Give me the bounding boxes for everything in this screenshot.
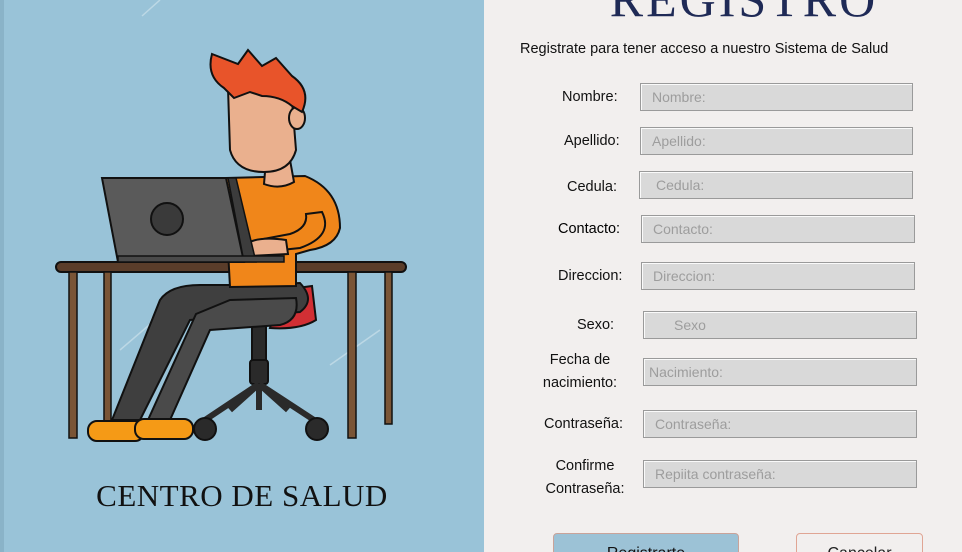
clinic-name: CENTRO DE SALUD <box>96 478 388 513</box>
apellido-field[interactable] <box>640 127 913 155</box>
person-at-desk-illustration <box>55 0 407 442</box>
sexo-label: Sexo: <box>577 317 615 333</box>
contrasena-label: Contraseña: <box>544 416 623 432</box>
confirme-contrasena-field[interactable] <box>643 460 917 488</box>
register-button[interactable]: Registrarte <box>553 533 739 552</box>
form-title: REGISTRO <box>534 0 954 28</box>
nombre-field[interactable] <box>640 83 913 111</box>
person-legs <box>87 281 309 442</box>
confirme-contrasena-label-line2: Contraseña: <box>545 481 625 497</box>
fecha-nacimiento-label-line2: nacimiento: <box>542 375 618 391</box>
apellido-label: Apellido: <box>564 133 620 149</box>
registration-form: REGISTRO Registrate para tener acceso a … <box>484 0 962 552</box>
direccion-label: Direccion: <box>558 268 623 284</box>
cedula-field[interactable] <box>639 171 913 199</box>
apellido-input[interactable] <box>641 128 912 154</box>
direccion-field[interactable] <box>641 262 915 290</box>
contacto-input[interactable] <box>642 216 914 242</box>
nombre-label: Nombre: <box>562 89 618 105</box>
nacimiento-field[interactable] <box>643 358 917 386</box>
fecha-nacimiento-label-line1: Fecha de <box>549 352 611 368</box>
nombre-input[interactable] <box>641 84 912 110</box>
contrasena-field[interactable] <box>643 410 917 438</box>
sexo-field[interactable] <box>643 311 917 339</box>
contacto-field[interactable] <box>641 215 915 243</box>
form-subtitle: Registrate para tener acceso a nuestro S… <box>520 41 889 57</box>
cancel-button[interactable]: Cancelar <box>796 533 923 552</box>
contacto-label: Contacto: <box>558 221 621 237</box>
person-head <box>209 48 307 174</box>
nacimiento-input[interactable] <box>644 359 916 385</box>
cedula-label: Cedula: <box>567 179 617 195</box>
sexo-input[interactable] <box>644 312 916 338</box>
confirme-contrasena-label-line1: Confirme <box>555 458 615 474</box>
cedula-input[interactable] <box>640 172 912 198</box>
contrasena-input[interactable] <box>644 411 916 437</box>
confirme-contrasena-input[interactable] <box>644 461 916 487</box>
confirme-contrasena-label: Confirme Contraseña: <box>539 455 631 501</box>
fecha-nacimiento-label: Fecha de nacimiento: <box>537 349 623 395</box>
direccion-input[interactable] <box>642 263 914 289</box>
illustration-panel: CENTRO DE SALUD <box>0 0 484 552</box>
